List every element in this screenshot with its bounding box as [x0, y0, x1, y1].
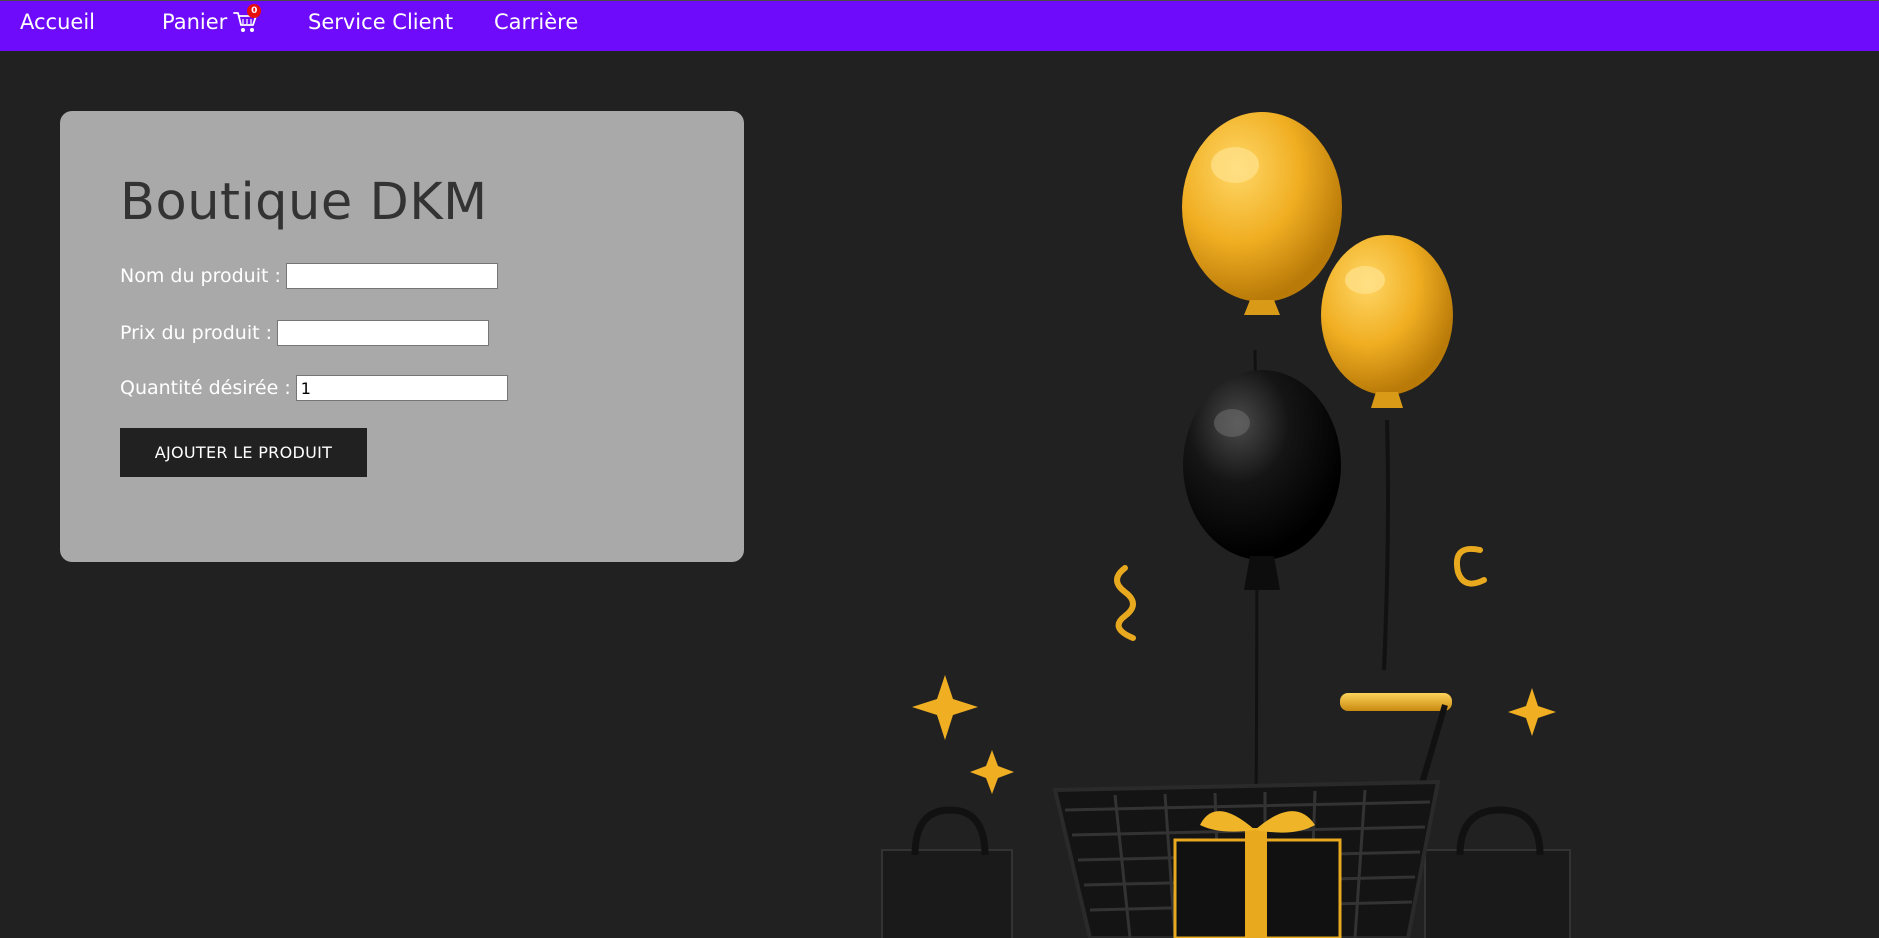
shopping-balloons-illustration: [881, 112, 1571, 938]
product-price-label: Prix du produit :: [120, 322, 272, 344]
nav-link-service-client[interactable]: Service Client: [308, 10, 453, 34]
star-icon: [1508, 688, 1556, 736]
add-product-button[interactable]: AJOUTER LE PRODUIT: [120, 428, 367, 477]
product-name-row: Nom du produit :: [120, 263, 498, 289]
shopping-bag-icon: [881, 806, 1013, 938]
add-product-card: Boutique DKM Nom du produit : Prix du pr…: [60, 111, 744, 562]
shopping-cart-icon[interactable]: 0: [233, 4, 262, 34]
star-icon: [970, 750, 1014, 794]
top-navbar: Accueil Panier 0 Service Client Carrière: [0, 0, 1879, 51]
product-quantity-label: Quantité désirée :: [120, 377, 291, 399]
product-name-label: Nom du produit :: [120, 265, 281, 287]
nav-link-panier[interactable]: Panier 0: [162, 4, 262, 34]
shopping-bag-icon: [1424, 806, 1571, 938]
nav-link-accueil[interactable]: Accueil: [20, 10, 95, 34]
product-quantity-row: Quantité désirée :: [120, 375, 508, 401]
product-price-row: Prix du produit :: [120, 320, 489, 346]
nav-link-carriere[interactable]: Carrière: [494, 10, 578, 34]
black-balloon-icon: [1183, 370, 1341, 590]
product-name-input[interactable]: [285, 263, 498, 289]
gold-balloon-icon: [1182, 112, 1342, 315]
gold-balloon-icon: [1321, 235, 1453, 408]
shopping-cart-icon: [1052, 693, 1452, 938]
product-quantity-input[interactable]: [295, 375, 508, 401]
nav-link-panier-label: Panier: [162, 10, 228, 34]
star-icon: [912, 675, 978, 740]
shop-title: Boutique DKM: [120, 173, 488, 232]
product-price-input[interactable]: [277, 320, 489, 346]
